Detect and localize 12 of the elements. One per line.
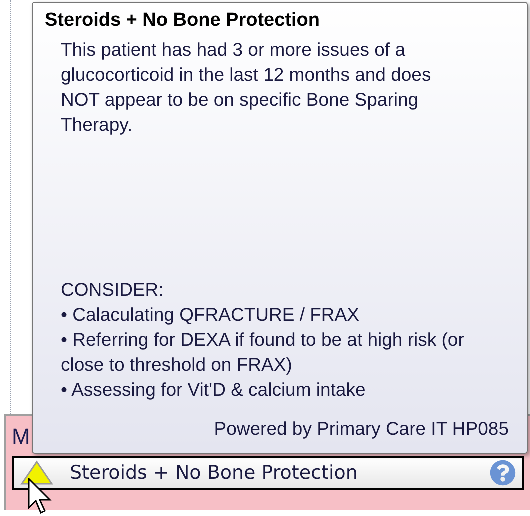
tooltip-title: Steroids + No Bone Protection <box>45 9 322 33</box>
tooltip-message: This patient has had 3 or more issues of a glucocorticoid in the last 12 months and does NOT appear to be on specific Bone Sparing Therapy. <box>61 38 432 137</box>
consider-heading: CONSIDER: <box>61 278 165 302</box>
warning-icon <box>20 460 54 486</box>
consider-item: • Calaculating QFRACTURE / FRAX <box>61 303 360 327</box>
panel-label: M <box>12 424 30 451</box>
consider-item: • Assessing for Vit'D & calcium intake <box>61 378 367 402</box>
alert-bar[interactable]: Steroids + No Bone Protection <box>12 456 524 490</box>
tooltip-footer: Powered by Primary Care IT HP085 <box>214 416 509 441</box>
alert-label: Steroids + No Bone Protection <box>70 460 359 486</box>
help-icon[interactable] <box>490 460 516 486</box>
consider-item: • Referring for DEXA if found to be at high risk (or close to threshold on FRAX) <box>61 328 466 377</box>
